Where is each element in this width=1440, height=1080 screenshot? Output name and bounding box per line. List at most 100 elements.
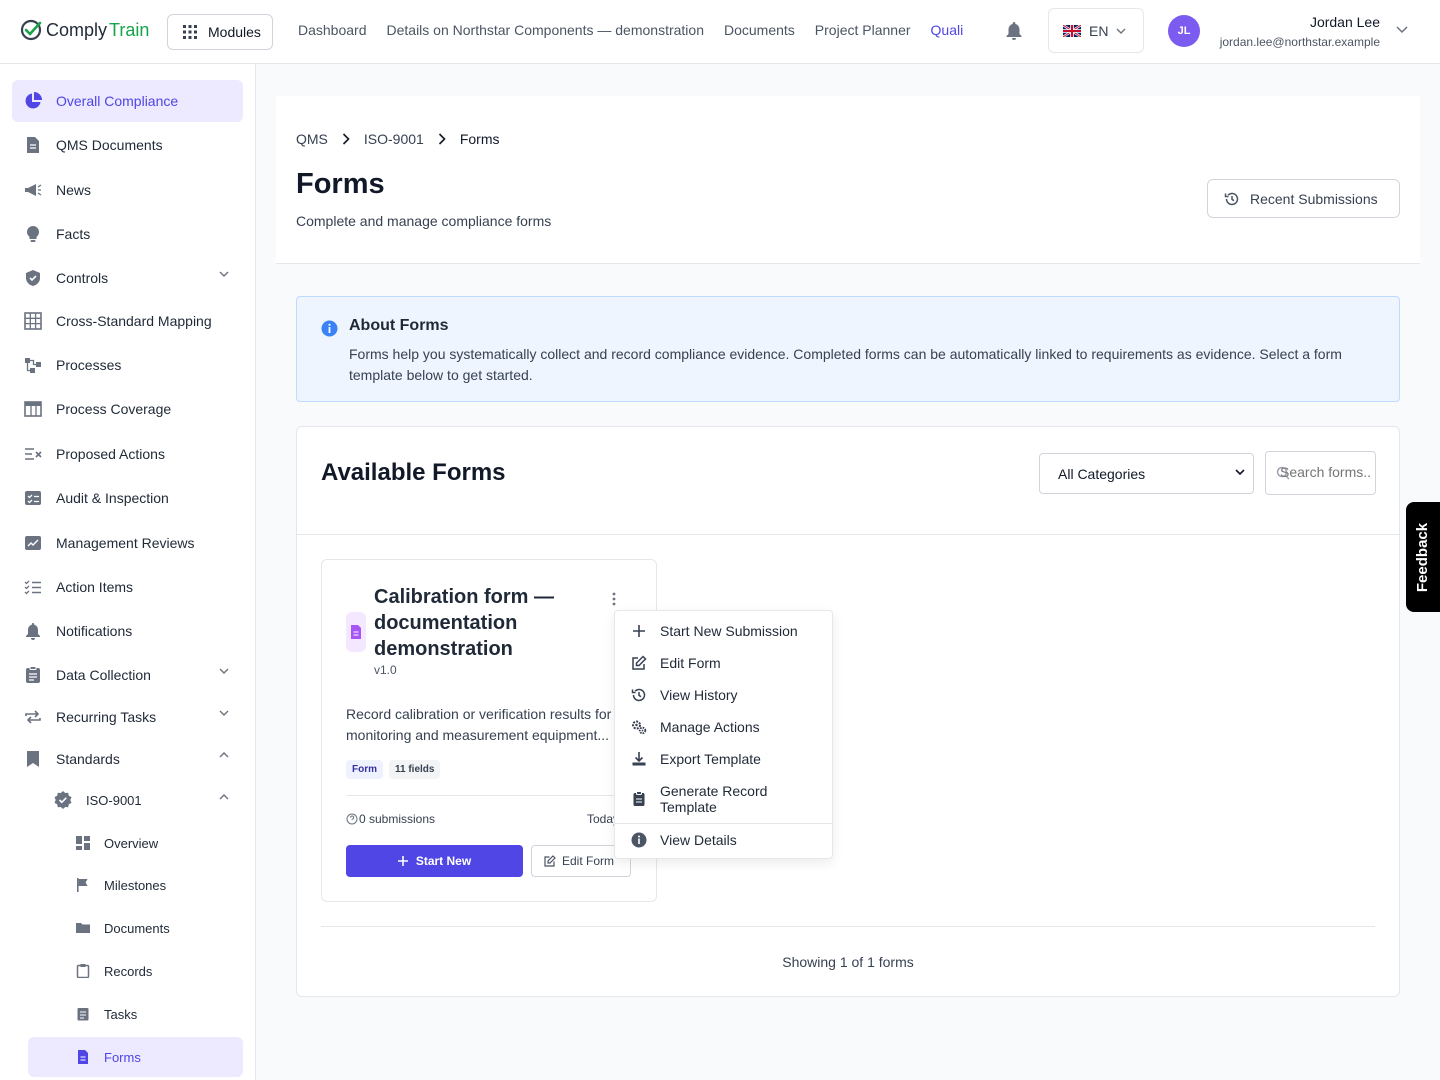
menu-item-start-new-submission[interactable]: Start New Submission (615, 615, 832, 647)
recent-submissions-label: Recent Submissions (1250, 190, 1378, 207)
user-name[interactable]: Jordan Lee (1310, 14, 1380, 30)
plus-icon (633, 625, 645, 637)
info-title: About Forms (349, 317, 449, 334)
sidebar-item-forms[interactable]: Forms (28, 1037, 243, 1077)
menu-item-manage-actions[interactable]: Manage Actions (615, 711, 832, 743)
sidebar-item-label: Forms (104, 1049, 141, 1065)
nav-quality[interactable]: Quali (931, 22, 964, 38)
chevron-up-icon (219, 752, 229, 758)
logo-check-icon (20, 18, 44, 42)
sidebar-item-recurring-tasks[interactable]: Recurring Tasks (12, 696, 243, 738)
menu-item-generate-record-template[interactable]: Generate Record Template (615, 779, 832, 819)
sidebar-item-overview[interactable]: Overview (28, 823, 243, 863)
grid-icon (182, 24, 198, 40)
lightbulb-icon (26, 225, 40, 242)
modules-button[interactable]: Modules (167, 14, 273, 50)
chevron-down-icon (1235, 469, 1245, 475)
clipboard-icon (26, 666, 40, 683)
chevron-up-icon (219, 794, 229, 800)
sidebar-item-overall-compliance[interactable]: Overall Compliance (12, 80, 243, 122)
page-subtitle: Complete and manage compliance forms (296, 213, 552, 229)
bell-icon (26, 623, 40, 640)
sidebar-item-tasks[interactable]: Tasks (28, 994, 243, 1034)
top-bar: Comply Train Modules Dashboard Details on… (0, 0, 1440, 64)
sidebar-item-label: Records (104, 963, 153, 979)
last-updated-text: Today (587, 812, 616, 826)
logo-text-comply: Comply (46, 19, 108, 40)
sidebar-item-audit-inspection[interactable]: Audit & Inspection (12, 477, 243, 519)
sidebar-item-label: Notifications (56, 623, 133, 639)
user-menu-chevron-icon[interactable] (1396, 26, 1408, 34)
edit-form-label: Edit Form (562, 854, 615, 868)
sidebar-item-facts[interactable]: Facts (12, 213, 243, 255)
more-options-icon[interactable] (612, 592, 616, 606)
recent-submissions-button[interactable]: Recent Submissions (1207, 179, 1400, 218)
sidebar-item-processes[interactable]: Processes (12, 344, 243, 386)
sidebar-item-cross-standard-mapping[interactable]: Cross-Standard Mapping (12, 300, 243, 342)
sidebar-item-documents[interactable]: Documents (28, 908, 243, 948)
chevron-down-icon (219, 271, 229, 277)
form-card-title[interactable]: Calibration form — documentation demonst… (374, 584, 574, 662)
start-new-button[interactable]: Start New (346, 845, 523, 877)
sidebar-item-label: Documents (104, 920, 170, 936)
sidebar-item-label: Recurring Tasks (56, 709, 157, 725)
logo[interactable]: Comply Train (20, 18, 149, 42)
sidebar-item-label: Overview (104, 835, 159, 851)
user-email: jordan.lee@northstar.example (1219, 35, 1380, 49)
feedback-tab[interactable]: Feedback (1406, 502, 1440, 612)
breadcrumb-forms: Forms (459, 131, 500, 147)
sidebar-item-proposed-actions[interactable]: Proposed Actions (12, 433, 243, 475)
sidebar-item-label: Tasks (104, 1006, 138, 1022)
menu-item-label: View History (660, 687, 738, 703)
sidebar-item-controls[interactable]: Controls (12, 257, 243, 299)
nav-dashboard[interactable]: Dashboard (298, 22, 367, 38)
search-input[interactable] (1280, 464, 1370, 480)
download-icon (632, 752, 646, 766)
menu-item-label: View Details (660, 832, 737, 848)
sidebar-item-news[interactable]: News (12, 169, 243, 211)
language-selector[interactable]: EN (1048, 8, 1144, 53)
breadcrumb-qms[interactable]: QMS (296, 131, 328, 147)
submissions-count: 0 submissions (346, 812, 435, 826)
sidebar-item-data-collection[interactable]: Data Collection (12, 654, 243, 696)
sidebar-item-label: Process Coverage (56, 401, 172, 417)
category-select-value: All Categories (1058, 465, 1146, 482)
task-icon (77, 1008, 89, 1021)
menu-item-view-history[interactable]: View History (615, 679, 832, 711)
sidebar-item-label: News (56, 182, 92, 198)
breadcrumb: QMS ISO-9001 Forms (296, 131, 500, 147)
top-nav: Dashboard Details on Northstar Component… (298, 22, 963, 38)
nav-project-planner[interactable]: Project Planner (815, 22, 911, 38)
footer-divider (321, 926, 1375, 927)
sidebar-item-label: Action Items (56, 579, 134, 595)
sidebar-item-management-reviews[interactable]: Management Reviews (12, 522, 243, 564)
sidebar-item-process-coverage[interactable]: Process Coverage (12, 388, 243, 430)
form-file-icon (346, 612, 366, 652)
menu-item-view-details[interactable]: View Details (615, 824, 832, 856)
bookmark-icon (27, 751, 39, 767)
menu-item-edit-form[interactable]: Edit Form (615, 647, 832, 679)
folder-icon (76, 923, 90, 933)
sidebar-item-records[interactable]: Records (28, 951, 243, 991)
search-forms-field[interactable] (1265, 451, 1376, 495)
sidebar-item-standards[interactable]: Standards (12, 738, 243, 780)
notifications-bell-icon[interactable] (1006, 22, 1022, 40)
menu-item-export-template[interactable]: Export Template (615, 743, 832, 775)
sidebar-item-milestones[interactable]: Milestones (28, 865, 243, 905)
breadcrumb-iso-9001[interactable]: ISO-9001 (364, 131, 424, 147)
category-select[interactable]: All Categories (1039, 453, 1254, 494)
feedback-label: Feedback (1414, 522, 1432, 592)
nav-project-details[interactable]: Details on Northstar Components — demons… (387, 22, 704, 38)
pie-chart-icon (25, 92, 42, 109)
chart-edit-icon (25, 536, 41, 550)
flag-icon (77, 878, 88, 892)
user-avatar[interactable]: JL (1168, 15, 1200, 47)
repeat-icon (25, 710, 41, 724)
chevron-down-icon (219, 668, 229, 674)
sidebar-item-action-items[interactable]: Action Items (12, 566, 243, 608)
sidebar-item-notifications[interactable]: Notifications (12, 610, 243, 652)
nav-documents[interactable]: Documents (724, 22, 795, 38)
available-forms-panel: Available Forms All Categories Calibrati… (296, 426, 1400, 997)
sidebar-item-iso-9001[interactable]: ISO-9001 (28, 780, 243, 820)
sidebar-item-qms-documents[interactable]: QMS Documents (12, 124, 243, 166)
